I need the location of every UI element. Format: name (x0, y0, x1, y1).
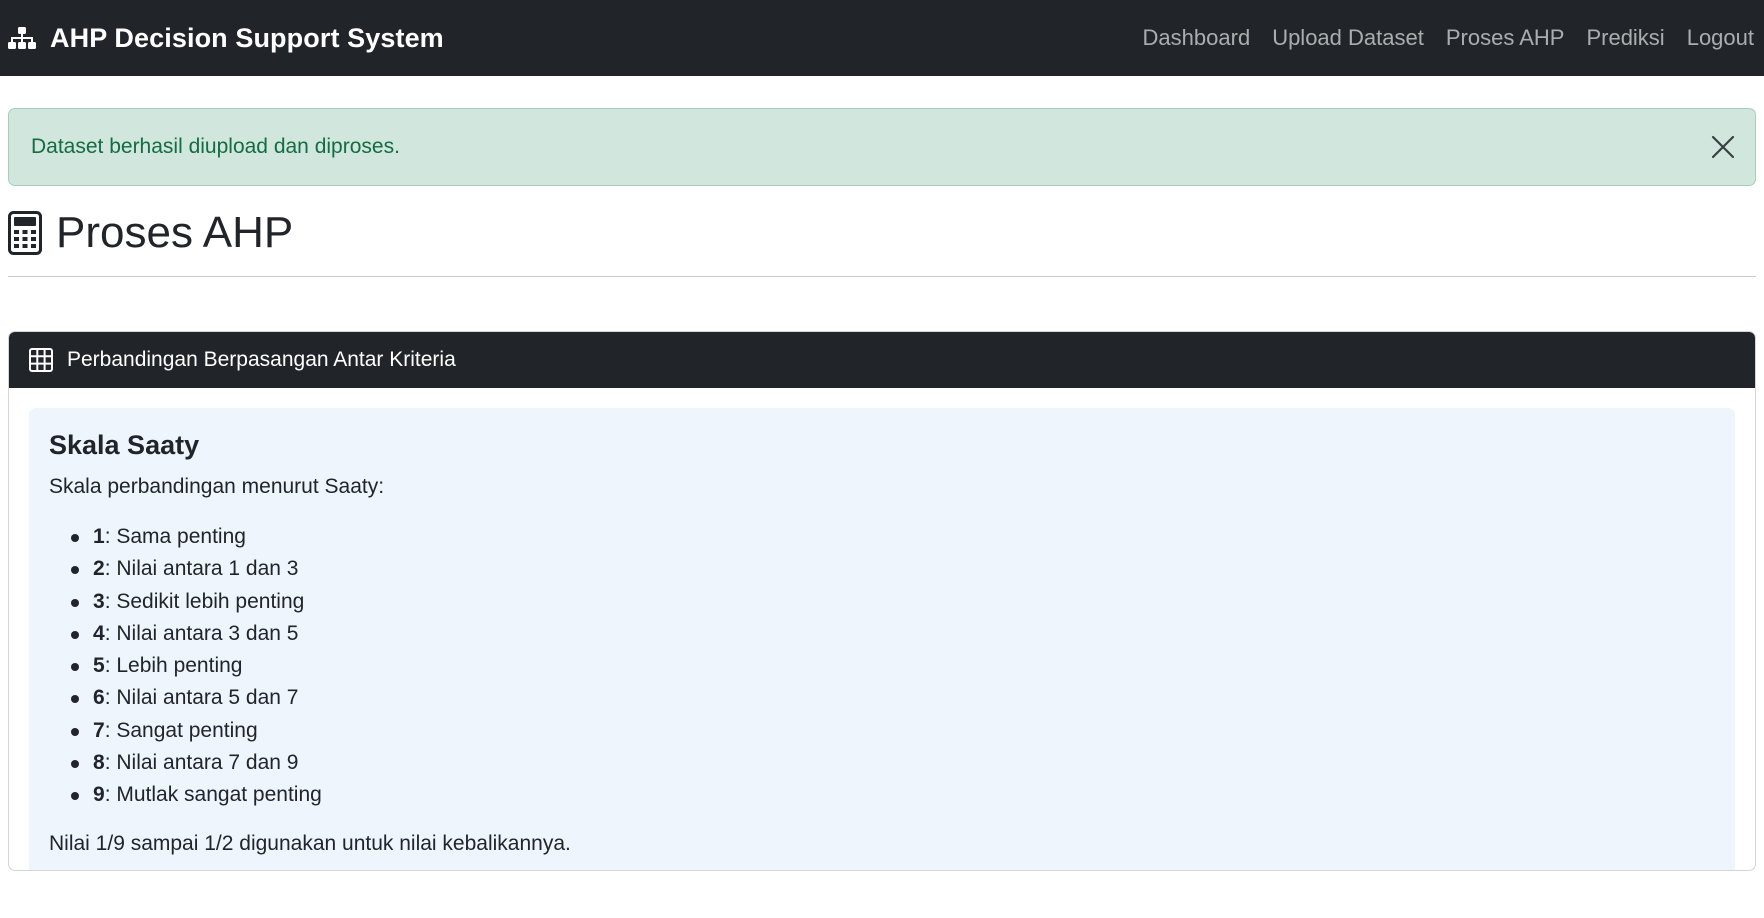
scale-number: 7 (93, 718, 105, 742)
calculator-icon (8, 211, 42, 255)
alert-message: Dataset berhasil diupload dan diproses. (31, 135, 400, 158)
nav-link-upload-dataset[interactable]: Upload Dataset (1272, 25, 1424, 51)
list-item: 2: Nilai antara 1 dan 3 (71, 553, 1715, 585)
brand-title: AHP Decision Support System (50, 22, 444, 53)
list-item: 7: Sangat penting (71, 715, 1715, 747)
scale-text: : Nilai antara 5 dan 7 (104, 686, 299, 710)
saaty-scale-list: 1: Sama penting 2: Nilai antara 1 dan 3 … (71, 521, 1715, 812)
nav-link-logout[interactable]: Logout (1687, 25, 1754, 51)
list-item: 8: Nilai antara 7 dan 9 (71, 747, 1715, 779)
saaty-description: Skala perbandingan menurut Saaty: (49, 475, 385, 498)
brand[interactable]: AHP Decision Support System (8, 23, 444, 54)
navbar: AHP Decision Support System Dashboard Up… (0, 0, 1764, 76)
list-item: 1: Sama penting (71, 521, 1715, 553)
pairwise-comparison-card: Perbandingan Berpasangan Antar Kriteria … (8, 331, 1756, 871)
card-header: Perbandingan Berpasangan Antar Kriteria (9, 332, 1755, 388)
scale-text: : Nilai antara 7 dan 9 (104, 751, 299, 775)
page-header: Proses AHP (8, 208, 1756, 277)
saaty-info-box: Skala Saaty Skala perbandingan menurut S… (29, 408, 1735, 870)
scale-number: 1 (93, 525, 105, 548)
list-item: 3: Sedikit lebih penting (71, 586, 1715, 618)
saaty-note: Nilai 1/9 sampai 1/2 digunakan untuk nil… (49, 831, 571, 855)
scale-number: 3 (93, 589, 105, 613)
close-icon[interactable] (1709, 133, 1737, 161)
scale-text: : Sangat penting (104, 718, 258, 742)
list-item: 9: Mutlak sangat penting (71, 779, 1715, 811)
saaty-title: Skala Saaty (49, 430, 200, 460)
scale-number: 5 (93, 654, 105, 678)
scale-text: : Sedikit lebih penting (104, 589, 305, 613)
nav-links: Dashboard Upload Dataset Proses AHP Pred… (1121, 25, 1754, 51)
scale-text: : Lebih penting (104, 654, 243, 678)
sitemap-icon (8, 27, 36, 49)
scale-text: : Mutlak sangat penting (104, 783, 322, 807)
scale-number: 9 (93, 783, 105, 807)
scale-number: 8 (93, 751, 105, 775)
scale-number: 2 (93, 557, 105, 581)
table-icon (29, 348, 53, 372)
list-item: 5: Lebih penting (71, 650, 1715, 682)
main-content: Dataset berhasil diupload dan diproses. … (0, 108, 1764, 871)
list-item: 6: Nilai antara 5 dan 7 (71, 682, 1715, 714)
list-item: 4: Nilai antara 3 dan 5 (71, 618, 1715, 650)
scale-number: 4 (93, 621, 105, 645)
scale-text: : Nilai antara 3 dan 5 (104, 621, 299, 645)
nav-link-proses-ahp[interactable]: Proses AHP (1446, 25, 1565, 51)
nav-link-prediksi[interactable]: Prediksi (1586, 25, 1664, 51)
success-alert: Dataset berhasil diupload dan diproses. (8, 108, 1756, 186)
nav-link-dashboard[interactable]: Dashboard (1143, 25, 1251, 51)
page-title: Proses AHP (56, 208, 294, 257)
scale-number: 6 (93, 686, 105, 710)
scale-text: : Sama penting (104, 525, 246, 548)
card-title: Perbandingan Berpasangan Antar Kriteria (67, 348, 456, 371)
scale-text: : Nilai antara 1 dan 3 (104, 557, 299, 581)
card-body: Skala Saaty Skala perbandingan menurut S… (9, 388, 1755, 870)
